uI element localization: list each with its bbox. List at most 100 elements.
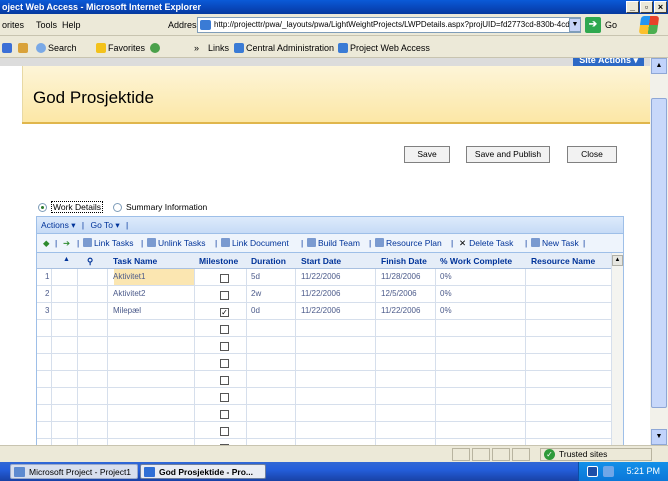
table-row[interactable]: [37, 354, 612, 371]
new-task-button[interactable]: New Task: [531, 234, 579, 252]
col-duration[interactable]: Duration: [251, 256, 286, 266]
finish-date-cell[interactable]: 12/5/2006: [381, 289, 417, 298]
menu-favorites[interactable]: orites: [2, 20, 24, 30]
network-icon[interactable]: [603, 466, 614, 477]
indent-icon[interactable]: ➔: [63, 234, 70, 252]
work-details-radio[interactable]: [38, 202, 47, 212]
table-row[interactable]: [37, 405, 612, 422]
maximize-button[interactable]: ▫: [640, 1, 653, 13]
sort-up-icon[interactable]: ▲: [63, 256, 70, 263]
resource-icon: [375, 238, 384, 247]
col-start-date[interactable]: Start Date: [301, 256, 341, 266]
milestone-checkbox[interactable]: [220, 291, 229, 300]
milestone-checkbox[interactable]: [220, 393, 229, 402]
menu-help[interactable]: Help: [62, 20, 81, 30]
milestone-checkbox[interactable]: [220, 427, 229, 436]
task-name-cell[interactable]: Aktivitet1: [113, 272, 145, 281]
ie-page-icon: [234, 43, 244, 53]
close-window-button[interactable]: ×: [654, 1, 667, 13]
work-complete-cell[interactable]: 0%: [440, 289, 452, 298]
save-button[interactable]: Save: [404, 146, 450, 163]
table-row[interactable]: [37, 320, 612, 337]
milestone-checkbox[interactable]: ✓: [220, 308, 229, 317]
taskbar-item-project[interactable]: Microsoft Project - Project1: [10, 464, 138, 479]
col-task-name[interactable]: Task Name: [113, 256, 157, 266]
link-document-button[interactable]: Link Document: [221, 234, 289, 252]
milestone-checkbox[interactable]: [220, 410, 229, 419]
home-button-icon[interactable]: [18, 43, 30, 53]
go-arrow-icon[interactable]: ➔: [585, 17, 601, 33]
taskbar-item-browser[interactable]: God Prosjektide - Pro...: [140, 464, 266, 479]
links-toolbar: Search Favorites » Links Central Adminis…: [0, 36, 668, 58]
scroll-thumb[interactable]: [651, 98, 667, 408]
start-date-cell[interactable]: 11/22/2006: [301, 289, 340, 298]
work-complete-cell[interactable]: 0%: [440, 306, 452, 315]
work-complete-cell[interactable]: 0%: [440, 272, 452, 281]
language-icon[interactable]: [587, 466, 598, 477]
col-work-complete[interactable]: % Work Complete: [440, 256, 512, 266]
milestone-checkbox[interactable]: [220, 376, 229, 385]
build-team-button[interactable]: Build Team: [307, 234, 360, 252]
summary-information-radio[interactable]: [113, 202, 123, 212]
task-grid: ▲ ⚲ Task Name Milestone Duration Start D…: [36, 252, 624, 445]
milestone-checkbox[interactable]: [220, 359, 229, 368]
table-row[interactable]: [37, 422, 612, 439]
work-details-label[interactable]: Work Details: [51, 201, 104, 213]
task-name-cell[interactable]: Aktivitet2: [113, 289, 145, 298]
milestone-checkbox[interactable]: [220, 274, 229, 283]
link-central-administration[interactable]: Central Administration: [234, 43, 334, 53]
table-row[interactable]: [37, 388, 612, 405]
go-button[interactable]: Go: [605, 20, 617, 30]
table-row[interactable]: [37, 337, 612, 354]
milestone-checkbox[interactable]: [220, 342, 229, 351]
minimize-button[interactable]: _: [626, 1, 639, 13]
duration-cell[interactable]: 2w: [251, 289, 261, 298]
summary-information-label[interactable]: Summary Information: [126, 202, 207, 212]
duration-cell[interactable]: 0d: [251, 306, 260, 315]
col-finish-date[interactable]: Finish Date: [381, 256, 427, 266]
table-row[interactable]: 1 Aktivitet1 5d 11/22/2006 11/28/2006 0%: [37, 269, 612, 286]
search-button[interactable]: Search: [36, 43, 77, 53]
indicator-icon[interactable]: ⚲: [87, 256, 93, 267]
finish-date-cell[interactable]: 11/22/2006: [381, 306, 420, 315]
table-row[interactable]: [37, 371, 612, 388]
table-row[interactable]: 3 Milepæl ✓ 0d 11/22/2006 11/22/2006 0%: [37, 303, 612, 320]
link-project-web-access[interactable]: Project Web Access: [338, 43, 430, 53]
links-chevron[interactable]: »: [194, 43, 199, 53]
unlink-tasks-button[interactable]: Unlink Tasks: [147, 234, 206, 252]
menu-tools[interactable]: Tools: [36, 20, 57, 30]
finish-date-cell[interactable]: 11/28/2006: [381, 272, 420, 281]
task-name-cell[interactable]: Milepæl: [113, 306, 141, 315]
resource-plan-button[interactable]: Resource Plan: [375, 234, 442, 252]
grid-scrollbar[interactable]: ▲: [611, 253, 623, 445]
goto-menu[interactable]: Go To ▾: [90, 220, 119, 230]
table-row[interactable]: 2 Aktivitet2 2w 11/22/2006 12/5/2006 0%: [37, 286, 612, 303]
address-input[interactable]: http://projecttr/pwa/_layouts/pwa/LightW…: [197, 17, 581, 33]
check-icon: ✓: [544, 449, 555, 460]
task-toolbar: ◆ | ➔ | Link Tasks | Unlink Tasks | Link…: [36, 234, 624, 252]
site-actions-menu[interactable]: Site Actions ▾: [573, 58, 644, 66]
scroll-down-button[interactable]: ▼: [651, 429, 667, 445]
start-date-cell[interactable]: 11/22/2006: [301, 272, 340, 281]
col-milestone[interactable]: Milestone: [199, 256, 238, 266]
address-dropdown-button[interactable]: ▼: [569, 18, 581, 32]
scroll-up-icon[interactable]: ▲: [612, 255, 623, 266]
col-resource-name[interactable]: Resource Name: [531, 256, 595, 266]
outdent-icon[interactable]: ◆: [43, 234, 50, 252]
history-icon[interactable]: [150, 43, 162, 53]
page-scrollbar[interactable]: ▲ ▼: [650, 58, 668, 445]
close-button[interactable]: Close: [567, 146, 617, 163]
start-date-cell[interactable]: 11/22/2006: [301, 306, 340, 315]
delete-task-button[interactable]: ✕ Delete Task: [459, 234, 513, 252]
broken-chain-icon: [147, 238, 156, 247]
clock: 5:21 PM: [626, 466, 660, 476]
favorites-button[interactable]: Favorites: [96, 43, 145, 53]
save-and-publish-button[interactable]: Save and Publish: [466, 146, 550, 163]
home-icon[interactable]: [2, 43, 14, 53]
document-icon: [221, 238, 230, 247]
actions-menu[interactable]: Actions ▾: [41, 220, 76, 230]
duration-cell[interactable]: 5d: [251, 272, 260, 281]
scroll-up-button[interactable]: ▲: [651, 58, 667, 74]
milestone-checkbox[interactable]: [220, 325, 229, 334]
link-tasks-button[interactable]: Link Tasks: [83, 234, 134, 252]
